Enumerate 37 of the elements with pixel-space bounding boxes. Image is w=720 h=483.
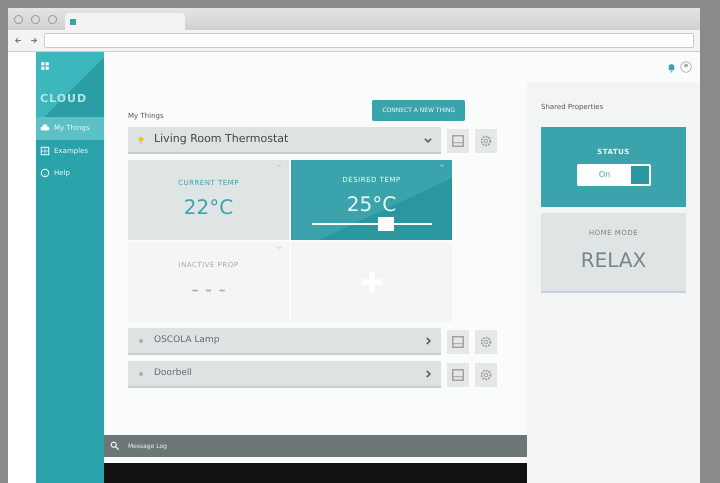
- forward-icon[interactable]: [29, 36, 38, 45]
- settings-icon: [479, 134, 493, 148]
- settings-icon: [479, 368, 493, 382]
- search-icon: [110, 441, 120, 451]
- thing-header[interactable]: Doorbell: [128, 361, 441, 388]
- panel-icon: [451, 134, 465, 148]
- bell-icon[interactable]: [666, 62, 677, 72]
- settings-button[interactable]: [475, 362, 497, 386]
- property-value: 22°C: [184, 194, 234, 222]
- property-value: RELAX: [580, 246, 646, 274]
- property-value: - - -: [191, 276, 226, 304]
- settings-button[interactable]: [475, 128, 497, 152]
- help-icon: [40, 168, 50, 178]
- dashboard-button[interactable]: [447, 330, 469, 354]
- user-icon[interactable]: [680, 61, 692, 73]
- property-value: 25°C: [346, 191, 396, 218]
- thing-header[interactable]: Living Room Thermostat: [128, 127, 441, 154]
- thing-header[interactable]: OSCOLA Lamp: [128, 328, 441, 355]
- grid-icon: [40, 146, 50, 156]
- caret-icon: [275, 163, 283, 168]
- logo-text: CLOUD: [40, 90, 88, 106]
- back-icon[interactable]: [14, 36, 23, 45]
- cloud-icon: [40, 123, 50, 134]
- bulb-icon: [136, 134, 146, 144]
- toggle-switch[interactable]: On: [576, 164, 650, 186]
- grid-icon: [40, 60, 50, 71]
- settings-icon: [479, 334, 493, 348]
- caret-icon: [275, 245, 283, 250]
- settings-button[interactable]: [475, 330, 497, 354]
- dashboard-button[interactable]: [447, 362, 469, 386]
- address-bar[interactable]: [44, 33, 694, 48]
- panel-icon: [451, 334, 465, 348]
- slider-thumb[interactable]: [378, 217, 394, 232]
- dashboard-button[interactable]: [447, 128, 469, 152]
- page-icon: [69, 18, 77, 26]
- caret-icon: [438, 163, 446, 168]
- panel-icon: [451, 368, 465, 382]
